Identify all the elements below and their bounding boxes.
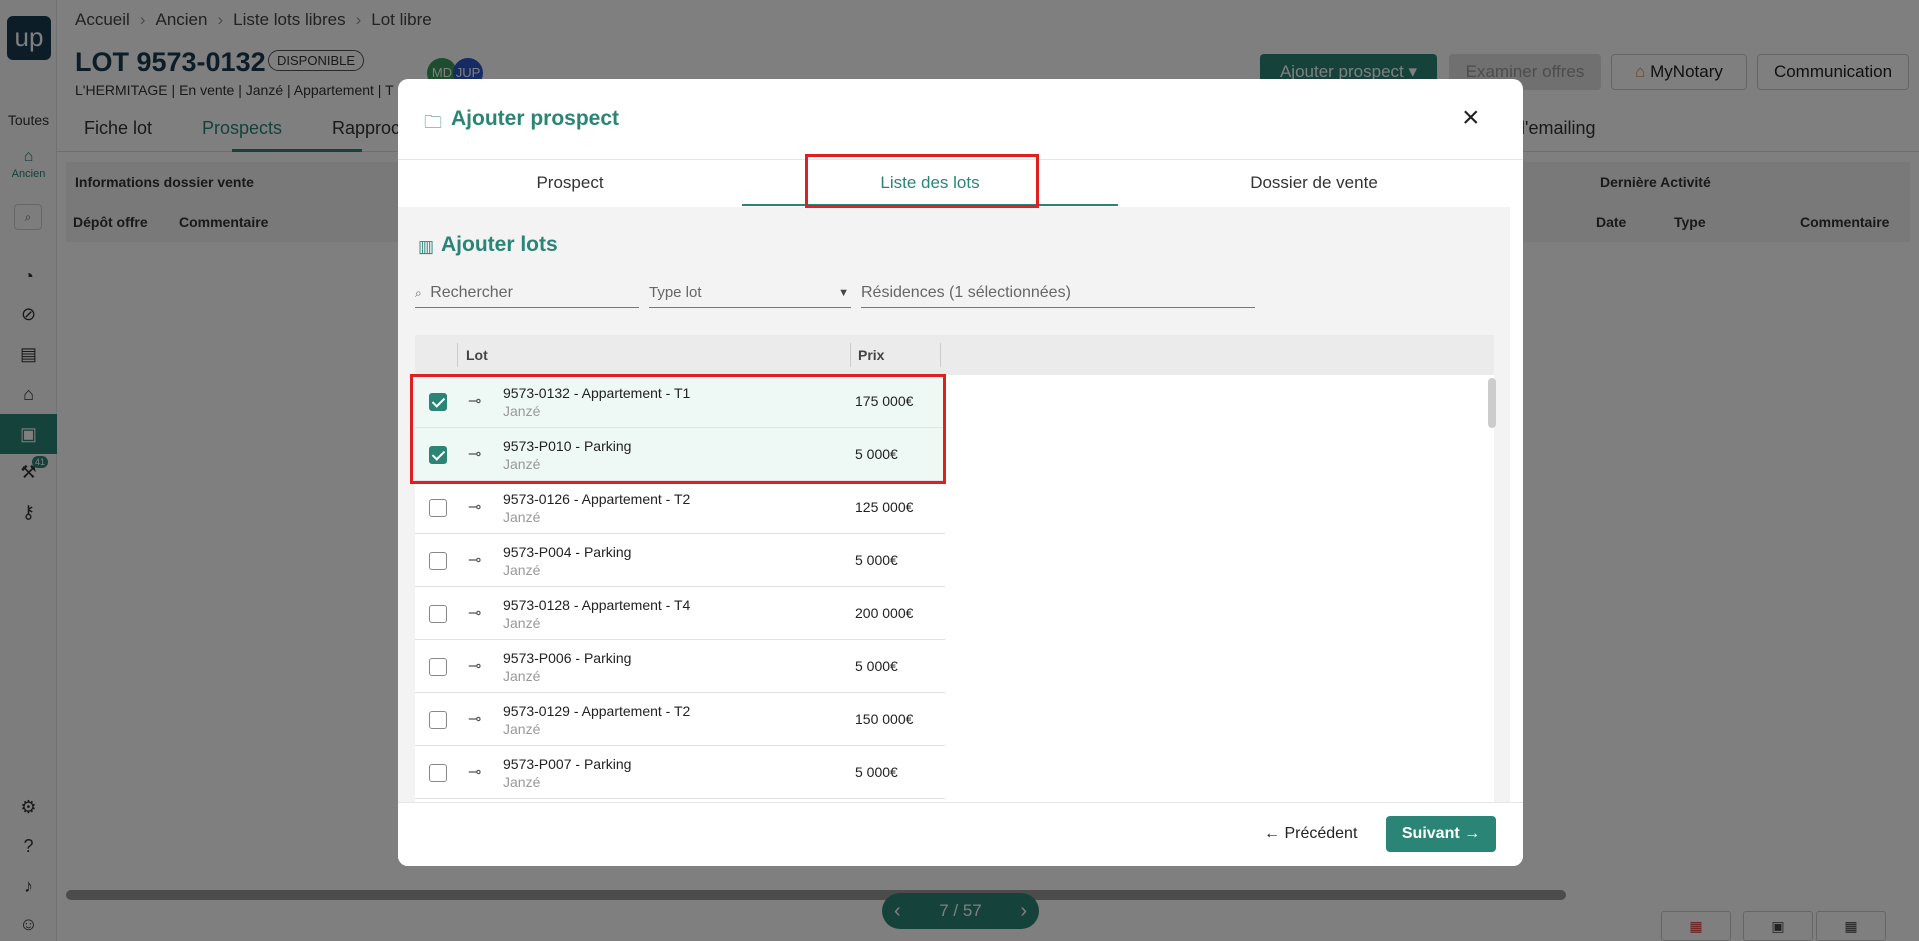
lot-name: 9573-0129 - Appartement - T2 — [503, 703, 691, 719]
lot-name: 9573-P004 - Parking — [503, 544, 632, 560]
link-icon[interactable]: ⊸ — [468, 603, 481, 623]
lot-city: Janzé — [503, 721, 541, 737]
table-row[interactable]: ⊸ 9573-0128 - Appartement - T4 Janzé 200… — [415, 587, 945, 640]
building-icon: ▥ — [418, 237, 435, 256]
link-icon[interactable]: ⊸ — [468, 656, 481, 676]
modal-title: Ajouter prospect — [451, 107, 620, 130]
search-icon: ⌕ — [415, 286, 422, 300]
folder-add-icon: 🗀 — [424, 112, 442, 132]
link-icon[interactable]: ⊸ — [468, 709, 481, 729]
table-row[interactable]: ⊸ 9573-0129 - Appartement - T2 Janzé 150… — [415, 693, 945, 746]
row-checkbox[interactable] — [429, 552, 447, 570]
table-row[interactable]: ⊸ 9573-0126 - Appartement - T2 Janzé 125… — [415, 481, 945, 534]
table-row[interactable]: ⊸ 9573-P004 - Parking Janzé 5 000€ — [415, 534, 945, 587]
residences-select[interactable]: Résidences (1 sélectionnées) — [861, 280, 1255, 308]
lot-price: 125 000€ — [855, 499, 914, 515]
table-row[interactable]: ⊸ 9573-P007 - Parking Janzé 5 000€ — [415, 746, 945, 799]
link-icon[interactable]: ⊸ — [468, 550, 481, 570]
vertical-scrollbar[interactable] — [1488, 247, 1498, 837]
column-header-lot[interactable]: Lot — [466, 347, 488, 363]
modal-body: ▥ Ajouter lots ⌕ Rechercher Type lot ▼ R… — [398, 207, 1510, 802]
lot-price: 5 000€ — [855, 552, 898, 568]
lot-name: 9573-0128 - Appartement - T4 — [503, 597, 691, 613]
row-checkbox[interactable] — [429, 658, 447, 676]
lot-city: Janzé — [503, 509, 541, 525]
lot-city: Janzé — [503, 774, 541, 790]
lot-price: 5 000€ — [855, 658, 898, 674]
row-checkbox[interactable] — [429, 764, 447, 782]
next-button[interactable]: Suivant → — [1386, 816, 1496, 852]
lot-price: 5 000€ — [855, 764, 898, 780]
highlight-box — [805, 154, 1039, 208]
tab-prospect[interactable]: Prospect — [398, 173, 742, 193]
caret-down-icon: ▼ — [838, 287, 849, 299]
link-icon[interactable]: ⊸ — [468, 762, 481, 782]
highlight-box — [410, 374, 946, 484]
scrollbar-thumb[interactable] — [1488, 378, 1496, 428]
tab-dossier-de-vente[interactable]: Dossier de vente — [1118, 173, 1510, 193]
lot-city: Janzé — [503, 615, 541, 631]
lot-name: 9573-P006 - Parking — [503, 650, 632, 666]
row-checkbox[interactable] — [429, 605, 447, 623]
lot-city: Janzé — [503, 668, 541, 684]
previous-button[interactable]: ← Précédent — [1264, 816, 1357, 852]
column-header-price[interactable]: Prix — [858, 347, 884, 363]
row-checkbox[interactable] — [429, 499, 447, 517]
link-icon[interactable]: ⊸ — [468, 497, 481, 517]
modal-header: 🗀 Ajouter prospect × — [398, 79, 1523, 160]
modal-footer: ← Précédent Suivant → — [398, 802, 1523, 866]
row-checkbox[interactable] — [429, 711, 447, 729]
close-icon[interactable]: × — [1462, 101, 1480, 135]
table-row[interactable]: ⊸ 9573-P006 - Parking Janzé 5 000€ — [415, 640, 945, 693]
lot-name: 9573-P007 - Parking — [503, 756, 632, 772]
lot-price: 200 000€ — [855, 605, 914, 621]
search-input[interactable]: ⌕ Rechercher — [415, 280, 639, 308]
lot-city: Janzé — [503, 562, 541, 578]
type-lot-select[interactable]: Type lot ▼ — [649, 280, 851, 308]
table-header: Lot Prix — [415, 335, 1494, 375]
lot-price: 150 000€ — [855, 711, 914, 727]
lot-name: 9573-0126 - Appartement - T2 — [503, 491, 691, 507]
section-title: Ajouter lots — [441, 233, 558, 256]
